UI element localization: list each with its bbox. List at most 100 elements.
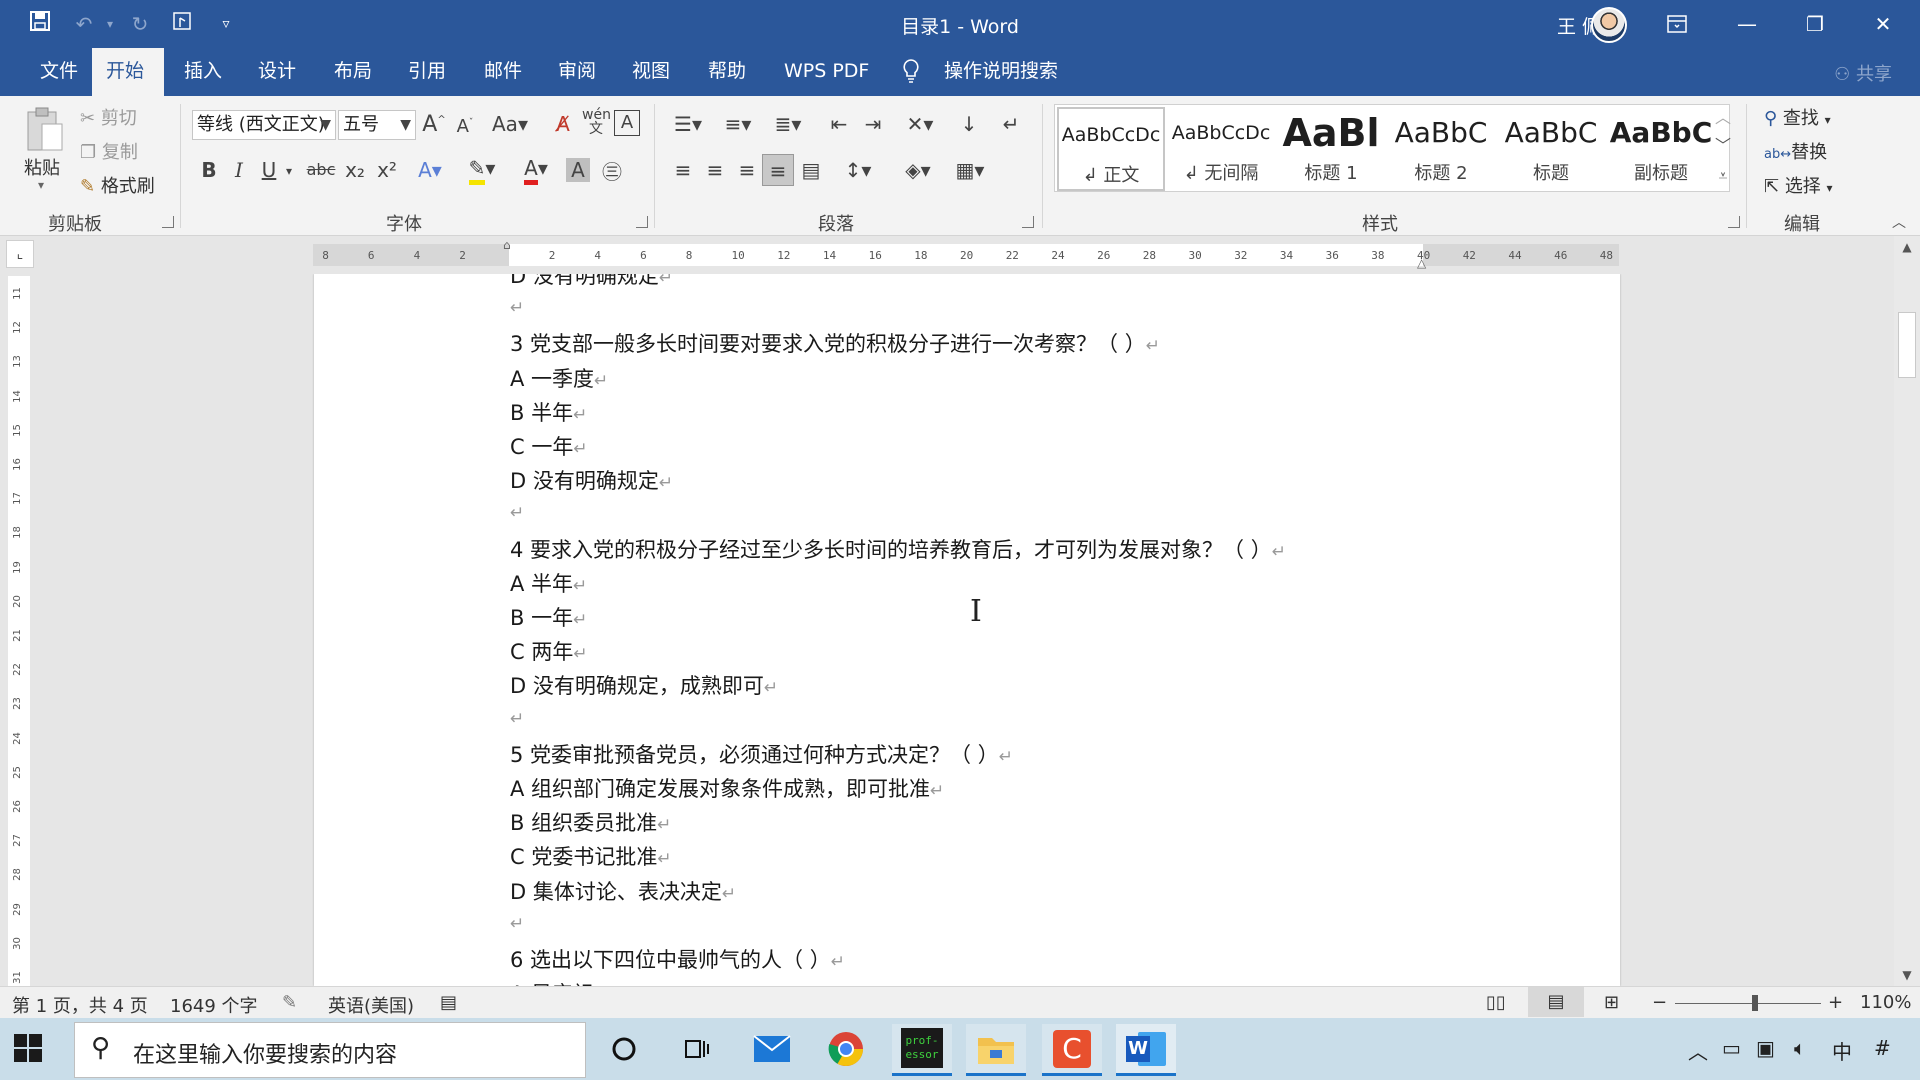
document-line[interactable]: 5 党委审批预备党员，必须通过何种方式决定？（ ）↵ <box>510 739 1013 769</box>
chrome-icon[interactable] <box>816 1024 876 1076</box>
document-line[interactable]: C 一年↵ <box>510 431 588 461</box>
document-line[interactable]: D 没有明确规定，成熟即可↵ <box>510 670 778 700</box>
macro-recording-icon[interactable]: ▤ <box>440 992 457 1013</box>
sort-icon[interactable]: ↓ <box>954 112 984 136</box>
restore-icon[interactable]: ❐ <box>1792 6 1838 42</box>
highlight-icon[interactable]: ✎▾ <box>460 156 504 185</box>
horizontal-ruler[interactable]: 8 6 4 2 2 4 6 8 10 12 14 16 18 20 22 24 26 28 30 32 34 36 38 40… <box>313 238 1619 270</box>
decrease-indent-icon[interactable]: ⇤ <box>824 112 854 136</box>
left-indent-marker-icon[interactable]: ⌂ <box>503 238 511 252</box>
share-button[interactable]: ⚇ 共享 <box>1834 60 1892 86</box>
document-line[interactable]: B 半年↵ <box>510 397 587 427</box>
zoom-in-icon[interactable]: + <box>1828 992 1843 1013</box>
change-case-icon[interactable]: Aa▾ <box>490 112 530 136</box>
line-spacing-icon[interactable]: ↕▾ <box>836 158 880 182</box>
task-view-icon[interactable] <box>666 1024 726 1076</box>
tray-overflow-icon[interactable]: ︿ <box>1688 1036 1708 1065</box>
style-no-spacing[interactable]: AaBbCcDc ↲ 无间隔 <box>1167 107 1275 191</box>
phonetic-guide-icon[interactable]: wén 文 <box>582 108 611 136</box>
document-line[interactable]: 4 要求入党的积极分子经过至少多长时间的培养教育后，才可列为发展对象？（ ）↵ <box>510 534 1286 564</box>
copy-button[interactable]: ❐ 复制 <box>80 138 138 164</box>
right-indent-marker-icon[interactable]: △ <box>1417 256 1426 270</box>
ribbon-display-icon[interactable] <box>1654 6 1700 42</box>
avatar[interactable] <box>1591 7 1627 43</box>
grow-font-icon[interactable]: A^ <box>420 112 448 137</box>
style-subtitle[interactable]: AaBbC 副标题 <box>1607 107 1715 191</box>
numbering-icon[interactable]: ≡▾ <box>718 112 758 136</box>
shrink-font-icon[interactable]: Aˇ <box>452 116 478 137</box>
web-layout-icon[interactable]: ⊞ <box>1604 992 1619 1013</box>
professor-icon[interactable]: prof-essor <box>892 1024 952 1076</box>
multilevel-list-icon[interactable]: ≣▾ <box>768 112 808 136</box>
proofing-icon[interactable]: ✎ <box>282 992 297 1013</box>
shading-icon[interactable]: ◈▾ <box>896 158 940 182</box>
font-size-box[interactable]: 五号 ▼ <box>338 110 416 140</box>
chevron-down-icon[interactable]: ▼ <box>320 111 331 139</box>
format-painter-button[interactable]: ✎ 格式刷 <box>80 172 155 198</box>
taskbar-search-box[interactable]: ⚲ 在这里输入你要搜索的内容 <box>74 1022 586 1078</box>
align-right-icon[interactable]: ≡ <box>732 158 762 182</box>
distributed-icon[interactable]: ▤ <box>796 158 826 182</box>
find-button[interactable]: ⚲ 查找 ▾ <box>1764 104 1831 130</box>
battery-icon[interactable]: ▭ <box>1722 1036 1741 1060</box>
gallery-scroll-up-icon[interactable]: ︿ <box>1710 104 1736 132</box>
zoom-level[interactable]: 110% <box>1860 992 1911 1013</box>
tab-home[interactable]: 开始 <box>92 48 164 96</box>
zoom-slider[interactable] <box>1675 1003 1821 1004</box>
increase-indent-icon[interactable]: ⇥ <box>858 112 888 136</box>
underline-dropdown-icon[interactable]: ▾ <box>282 164 296 178</box>
tab-layout[interactable]: 布局 <box>320 48 386 96</box>
text-effects-icon[interactable]: A▾ <box>410 158 450 182</box>
gallery-scroll-down-icon[interactable]: ﹀ <box>1710 132 1736 160</box>
align-center-icon[interactable]: ≡ <box>700 158 730 182</box>
enclose-characters-icon[interactable]: ㊂ <box>598 156 626 185</box>
italic-icon[interactable]: I <box>228 158 250 182</box>
superscript-icon[interactable]: x² <box>372 158 402 182</box>
tell-me-search[interactable]: 操作说明搜索 <box>930 48 1072 96</box>
style-heading-2[interactable]: AaBbC 标题 2 <box>1387 107 1495 191</box>
canva-icon[interactable]: C <box>1042 1024 1102 1076</box>
print-layout-icon[interactable]: ▤ <box>1528 987 1584 1017</box>
windows-start-icon[interactable] <box>14 1034 44 1064</box>
character-border-icon[interactable]: A <box>614 110 640 136</box>
tab-review[interactable]: 审阅 <box>544 48 610 96</box>
scroll-thumb[interactable] <box>1898 312 1916 378</box>
clear-formatting-icon[interactable]: A̸ <box>550 112 576 136</box>
volume-icon[interactable]: 🔈︎ <box>1794 1036 1806 1060</box>
word-count[interactable]: 1649 个字 <box>170 992 258 1018</box>
gallery-more-icon[interactable]: ⩡ <box>1710 162 1736 190</box>
styles-launcher-icon[interactable] <box>1728 216 1740 228</box>
language-indicator[interactable]: 英语(美国) <box>328 992 414 1018</box>
paste-button[interactable]: 粘贴 <box>24 154 60 180</box>
underline-icon[interactable]: U <box>258 158 280 182</box>
justify-icon[interactable]: ≡ <box>762 154 794 186</box>
empty-paragraph[interactable]: ↵ <box>510 910 524 934</box>
document-line[interactable]: A 吴彦祖↵ <box>510 978 608 986</box>
font-color-icon[interactable]: A▾ <box>514 156 558 185</box>
zoom-slider-thumb[interactable] <box>1752 995 1759 1011</box>
document-line[interactable]: C 党委书记批准↵ <box>510 841 672 871</box>
document-line[interactable]: 6 选出以下四位中最帅气的人（ ）↵ <box>510 944 845 974</box>
tab-references[interactable]: 引用 <box>394 48 460 96</box>
document-line[interactable]: B 组织委员批准↵ <box>510 807 671 837</box>
tab-mailings[interactable]: 邮件 <box>470 48 536 96</box>
document-line[interactable]: C 两年↵ <box>510 636 588 666</box>
document-line[interactable]: A 组织部门确定发展对象条件成熟，即可批准↵ <box>510 773 944 803</box>
read-mode-icon[interactable]: ▯▯ <box>1486 992 1506 1013</box>
network-icon[interactable]: ▣ <box>1756 1036 1775 1060</box>
subscript-icon[interactable]: x₂ <box>340 158 370 182</box>
paste-icon[interactable] <box>22 106 66 156</box>
tab-design[interactable]: 设计 <box>244 48 310 96</box>
minimize-icon[interactable]: — <box>1724 6 1770 42</box>
vertical-scrollbar[interactable]: ▲ ▼ <box>1894 236 1920 986</box>
empty-paragraph[interactable]: ↵ <box>510 294 524 318</box>
show-paragraph-marks-icon[interactable]: ↵ <box>996 112 1026 136</box>
file-explorer-icon[interactable] <box>966 1024 1026 1076</box>
strikethrough-icon[interactable]: abc <box>304 160 338 179</box>
tab-insert[interactable]: 插入 <box>170 48 236 96</box>
ime-indicator[interactable]: 中 <box>1832 1036 1852 1065</box>
cut-button[interactable]: ✂ 剪切 <box>80 104 137 130</box>
font-launcher-icon[interactable] <box>636 216 648 228</box>
empty-paragraph[interactable]: ↵ <box>510 499 524 523</box>
tab-file[interactable]: 文件 <box>26 48 92 96</box>
